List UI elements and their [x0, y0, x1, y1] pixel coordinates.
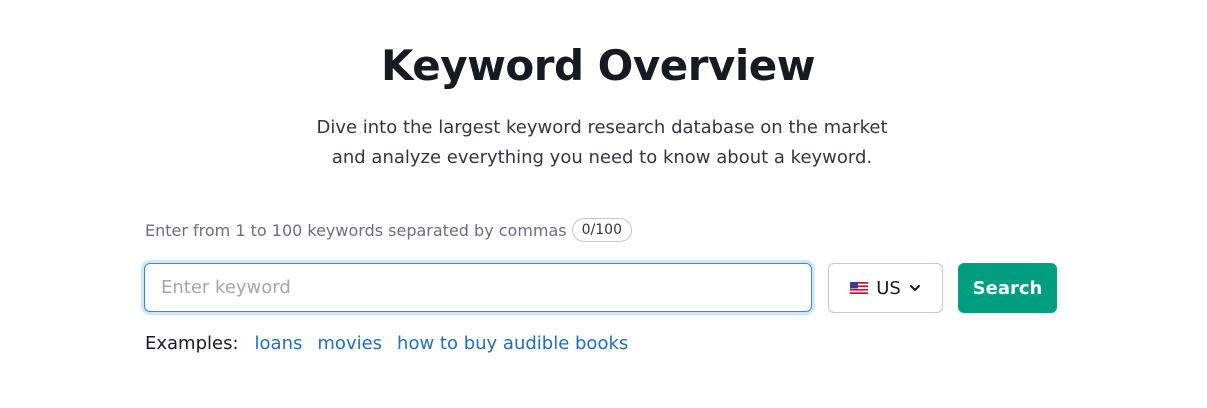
example-link-movies[interactable]: movies: [317, 333, 382, 354]
example-link-loans[interactable]: loans: [255, 333, 303, 354]
us-flag-icon: [850, 282, 869, 294]
examples-label: Examples:: [145, 332, 239, 354]
subtitle-line-2: and analyze everything you need to know …: [331, 147, 873, 168]
search-button[interactable]: Search: [958, 263, 1057, 313]
chevron-down-icon: [909, 285, 920, 291]
country-select[interactable]: US: [828, 263, 943, 313]
keyword-hint-row: Enter from 1 to 100 keywords separated b…: [145, 217, 632, 243]
page-title: Keyword Overview: [380, 41, 816, 90]
keyword-hint: Enter from 1 to 100 keywords separated b…: [145, 220, 567, 240]
example-link-audible-books[interactable]: how to buy audible books: [397, 333, 628, 354]
subtitle-line-1: Dive into the largest keyword research d…: [316, 117, 888, 138]
examples-row: Examples: loans movies how to buy audibl…: [145, 330, 643, 356]
keyword-counter-badge: 0/100: [571, 218, 632, 242]
keyword-input[interactable]: [144, 263, 812, 312]
country-value: US: [876, 277, 901, 299]
page-subtitle: Dive into the largest keyword research d…: [0, 113, 1204, 173]
